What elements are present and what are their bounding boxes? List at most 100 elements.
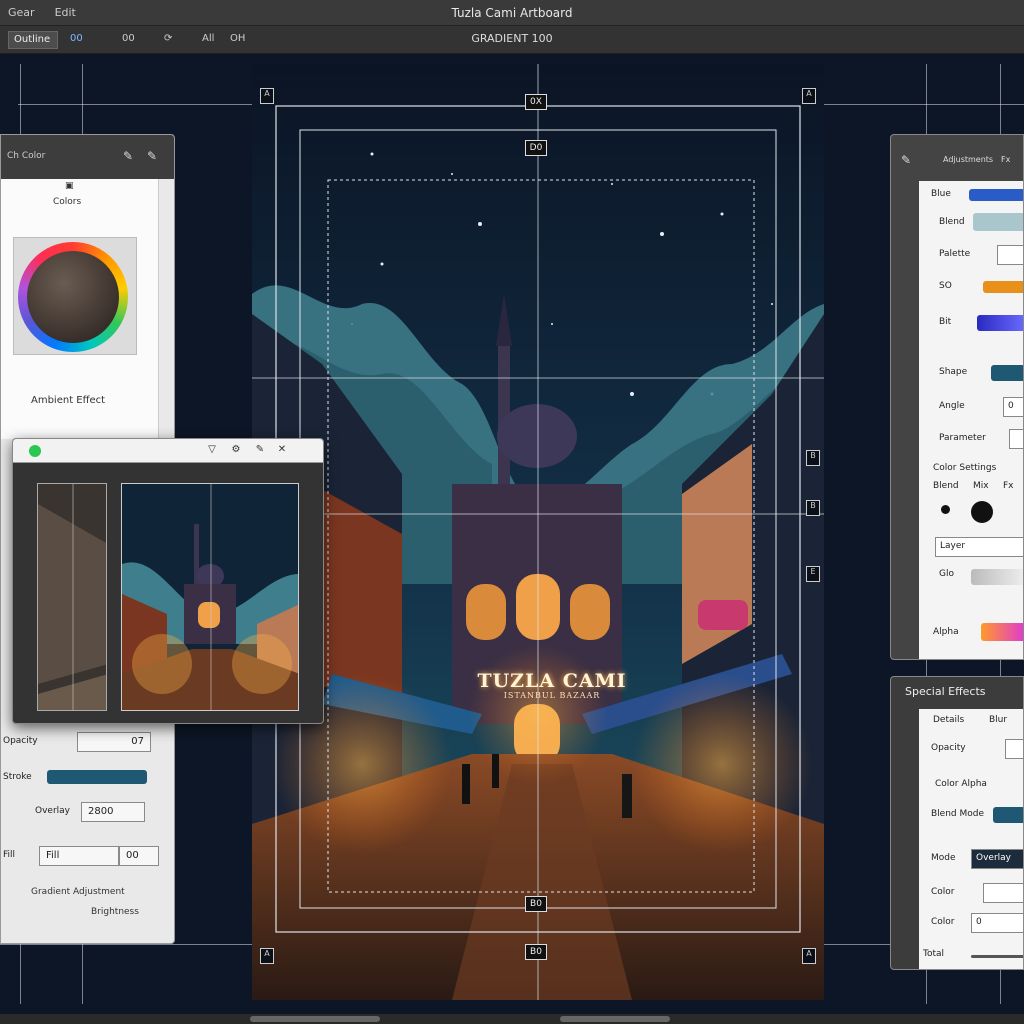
transform-handle-top[interactable]: 0X (525, 94, 547, 110)
artwork-canvas[interactable]: TUZLA CAMI ISTANBUL BAZAAR 0X D0 B0 B0 A… (252, 64, 824, 1000)
toggle-label-mix: Mix (973, 481, 989, 491)
opacity-field[interactable] (1005, 739, 1023, 759)
mosque-thumbnail (122, 484, 298, 710)
street-thumbnail (38, 484, 106, 710)
color-label: Color (931, 887, 955, 897)
preview-window[interactable]: ▽ ⚙ ✎ ✕ (12, 438, 324, 724)
scrollbar-thumb-secondary[interactable] (560, 1016, 670, 1022)
special-effects-body: Details Blur Opacity Color Alpha Blend M… (919, 709, 1023, 969)
mode-select[interactable]: Overlay (971, 849, 1023, 869)
adjustments-panel-body: Blue Blend Palette SO Bit Shape Angle 0 (919, 181, 1023, 659)
night-street-illustration (252, 64, 824, 1000)
mode-row: Mode Overlay (919, 845, 1023, 875)
color-alpha-row: Color Alpha (919, 771, 1023, 801)
window-title: Tuzla Cami Artboard (451, 6, 573, 20)
large-toggle-dot[interactable] (971, 501, 993, 523)
close-icon[interactable]: ✕ (275, 444, 289, 458)
stroke-row: Stroke (1, 765, 174, 791)
horizontal-scrollbar[interactable] (0, 1014, 1024, 1024)
scrollbar-thumb[interactable] (250, 1016, 380, 1022)
brush-icon[interactable]: ✎ (253, 444, 267, 458)
shape-label: Shape (939, 367, 968, 377)
blend-label: Blend (939, 217, 965, 227)
side-handle[interactable]: E (806, 566, 820, 582)
color-row: Color (919, 879, 1023, 909)
colors-label: Colors (53, 197, 82, 207)
pen-icon[interactable]: ✎ (901, 153, 915, 167)
settings-icon[interactable]: ⚙ (229, 444, 243, 458)
color-field[interactable] (983, 883, 1023, 903)
title-bar: Gear Edit Tuzla Cami Artboard (0, 0, 1024, 26)
tab-fx[interactable]: Fx (1001, 155, 1010, 164)
transform-handle-bottom[interactable]: B0 (525, 944, 547, 960)
gradient-label: Glo (939, 569, 954, 579)
blend-slider[interactable] (973, 213, 1023, 231)
total-slider[interactable] (971, 955, 1023, 958)
shape-swatch[interactable] (991, 365, 1023, 381)
angle-field[interactable]: 0 (1003, 397, 1023, 417)
opacity-row: Opacity (919, 735, 1023, 765)
stroke-label: Stroke (3, 772, 32, 782)
side-handle[interactable]: B (806, 450, 820, 466)
layer-field[interactable]: Layer (935, 537, 1023, 557)
corner-handle-top-left[interactable]: A (260, 88, 274, 104)
zoom-display[interactable]: GRADIENT 100 (0, 32, 1024, 45)
pen-icon[interactable]: ✎ (123, 149, 137, 163)
alpha-label: Alpha (933, 627, 959, 637)
opacity-field[interactable]: 07 (77, 732, 151, 752)
angle-row: Angle 0 (919, 393, 1023, 423)
opacity-label: Opacity (3, 736, 38, 746)
overlay-field[interactable]: 2800 (81, 802, 145, 822)
gradient-slider[interactable] (971, 569, 1023, 585)
color-wheel-center[interactable] (27, 251, 119, 343)
corner-handle-top-right[interactable]: A (802, 88, 816, 104)
so-label: SO (939, 281, 952, 291)
color-wheel-container (13, 237, 137, 355)
fill-row: Fill Fill 00 (1, 843, 174, 869)
total-row: Total (919, 941, 1023, 969)
side-handle[interactable]: B (806, 500, 820, 516)
shape-row: Shape (919, 359, 1023, 389)
special-effects-title: Special Effects (905, 685, 986, 698)
blur-column: Blur (989, 715, 1008, 725)
so-slider[interactable] (983, 281, 1023, 293)
sign-subtitle: ISTANBUL BAZAAR (503, 691, 601, 700)
tab-adjustments[interactable]: Adjustments (943, 155, 993, 164)
window-maximize-button[interactable] (29, 445, 41, 457)
preview-window-header: ▽ ⚙ ✎ ✕ (13, 439, 323, 463)
transform-handle-inner-top[interactable]: D0 (525, 140, 547, 156)
parameter-field[interactable] (1009, 429, 1023, 449)
brightness-label: Brightness (91, 907, 139, 917)
color-value-field[interactable]: 0 (971, 913, 1023, 933)
fill-field[interactable]: Fill (39, 846, 119, 866)
color-settings-label: Color Settings (933, 463, 997, 473)
overlay-label: Overlay (35, 806, 70, 816)
toolbar: Outline 00 00 ⟳ All OH GRADIENT 100 (0, 26, 1024, 54)
pencil-icon[interactable]: ✎ (147, 149, 161, 163)
overlay-row: Overlay 2800 (1, 799, 174, 825)
preview-thumbnail-right[interactable] (121, 483, 299, 711)
opacity-label: Opacity (931, 743, 966, 753)
blue-row: Blue (919, 181, 1023, 211)
color-panel-header: Ch Color ✎ ✎ (1, 135, 174, 179)
blue-slider[interactable] (969, 189, 1023, 201)
color-value-row: Color 0 (919, 909, 1023, 939)
transform-handle-inner-bottom[interactable]: B0 (525, 896, 547, 912)
stroke-color-swatch[interactable] (47, 770, 147, 784)
small-toggle-dot[interactable] (941, 505, 950, 514)
corner-handle-bottom-right[interactable]: A (802, 948, 816, 964)
palette-field[interactable] (997, 245, 1023, 265)
bit-slider[interactable] (977, 315, 1023, 331)
preview-thumbnail-left[interactable] (37, 483, 107, 711)
corner-handle-bottom-left[interactable]: A (260, 948, 274, 964)
blue-label: Blue (931, 189, 951, 199)
total-label: Total (923, 949, 945, 959)
color-alpha-label: Color Alpha (935, 779, 987, 789)
fill-value-field[interactable]: 00 (119, 846, 159, 866)
alpha-slider[interactable] (981, 623, 1023, 641)
blend-mode-label: Blend Mode (931, 809, 985, 819)
color-wheel[interactable] (18, 242, 128, 352)
blend-mode-swatch[interactable] (993, 807, 1023, 823)
gradient-adjustment-label: Gradient Adjustment (31, 887, 125, 897)
filter-icon[interactable]: ▽ (205, 444, 219, 458)
